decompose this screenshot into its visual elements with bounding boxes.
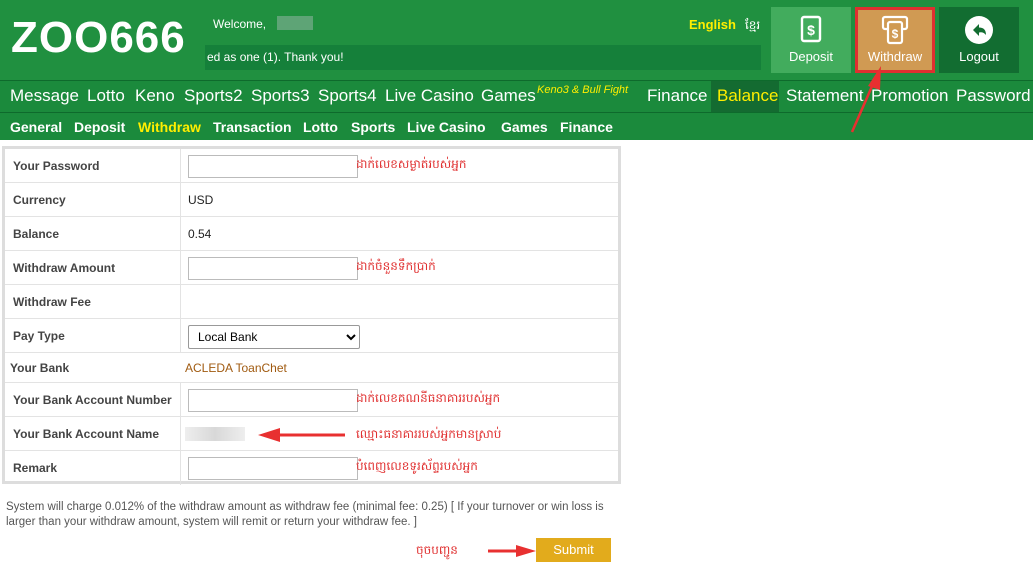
nav-finance[interactable]: Finance: [647, 86, 707, 106]
note-amount: ដាក់ចំនួនទឹកប្រាក់: [356, 259, 436, 273]
nav-sports3[interactable]: Sports3: [251, 86, 310, 106]
nav-keno[interactable]: Keno: [135, 86, 175, 106]
remark-label: Remark: [13, 461, 58, 475]
redacted-username: [277, 16, 313, 30]
account-number-input[interactable]: [188, 389, 358, 412]
nav-sports4[interactable]: Sports4: [318, 86, 377, 106]
svg-text:$: $: [892, 27, 899, 41]
row-withdraw-amount: Withdraw Amount: [5, 251, 618, 285]
logout-icon: [964, 15, 994, 48]
logout-button[interactable]: Logout: [939, 7, 1019, 73]
balance-value: 0.54: [188, 227, 212, 241]
nav-live-casino[interactable]: Live Casino: [385, 86, 474, 106]
header: ZOO666 Welcome, ed as one (1). Thank you…: [0, 0, 1033, 80]
withdraw-page: ZOO666 Welcome, ed as one (1). Thank you…: [0, 0, 1033, 585]
subnav-transaction[interactable]: Transaction: [213, 119, 292, 135]
deposit-button[interactable]: $ Deposit: [771, 7, 851, 73]
sub-nav: General Deposit Withdraw Transaction Lot…: [0, 112, 1033, 140]
password-input[interactable]: [188, 155, 358, 178]
row-balance: Balance 0.54: [5, 217, 618, 251]
row-pay-type: Pay Type Local Bank: [5, 319, 618, 353]
withdraw-label: Withdraw: [867, 49, 923, 64]
svg-text:$: $: [807, 22, 815, 38]
withdraw-fee-notice: System will charge 0.012% of the withdra…: [6, 501, 604, 528]
note-remark: បំពេញលេខទូរស័ព្ទរបស់អ្នក: [356, 459, 478, 473]
subnav-withdraw[interactable]: Withdraw: [138, 119, 201, 135]
arrow-to-submit-icon: [488, 545, 536, 557]
row-withdraw-fee: Withdraw Fee: [5, 285, 618, 319]
account-name-label: Your Bank Account Name: [13, 427, 160, 441]
row-account-number: Your Bank Account Number: [5, 383, 618, 417]
password-label: Your Password: [13, 159, 100, 173]
subnav-sports[interactable]: Sports: [351, 119, 395, 135]
language-english-link[interactable]: English: [689, 17, 736, 32]
nav-lotto[interactable]: Lotto: [87, 86, 125, 106]
announcement-marquee: ed as one (1). Thank you!: [205, 45, 761, 70]
balance-label: Balance: [13, 227, 60, 241]
pay-type-label: Pay Type: [13, 329, 65, 343]
row-currency: Currency USD: [5, 183, 618, 217]
account-number-label: Your Bank Account Number: [13, 393, 172, 407]
redacted-account-name: [185, 427, 245, 441]
language-khmer-link[interactable]: ខ្មែរ: [745, 17, 760, 35]
withdraw-amount-input[interactable]: [188, 257, 358, 280]
note-submit: ចុចបញ្ជូន: [416, 543, 458, 557]
subnav-games[interactable]: Games: [501, 119, 548, 135]
your-bank-label: Your Bank: [10, 361, 70, 375]
withdraw-fee-label: Withdraw Fee: [13, 295, 91, 309]
nav-password[interactable]: Password: [956, 86, 1031, 106]
note-password: ដាក់លេខសម្ងាត់របស់អ្នក: [356, 157, 467, 171]
subnav-live-casino[interactable]: Live Casino: [407, 119, 486, 135]
withdraw-amount-label: Withdraw Amount: [13, 261, 116, 275]
pay-type-select[interactable]: Local Bank: [188, 325, 360, 349]
row-your-bank: Your Bank ACLEDA ToanChet: [5, 353, 618, 383]
row-account-name: Your Bank Account Name: [5, 417, 618, 451]
subnav-lotto[interactable]: Lotto: [303, 119, 338, 135]
withdraw-icon: $: [881, 15, 909, 48]
row-remark: Remark: [5, 451, 618, 485]
nav-games[interactable]: Games: [481, 86, 536, 106]
note-account-number: ដាក់លេខគណនីធនាគាររបស់អ្នក: [356, 391, 501, 405]
submit-button[interactable]: Submit: [536, 538, 611, 562]
withdraw-form: Your Password Currency USD Balance 0.54 …: [2, 146, 621, 485]
subnav-general[interactable]: General: [10, 119, 62, 135]
withdraw-button[interactable]: $ Withdraw: [855, 7, 935, 73]
row-password: Your Password: [5, 149, 618, 183]
nav-sports2[interactable]: Sports2: [184, 86, 243, 106]
nav-statement[interactable]: Statement: [786, 86, 864, 106]
main-nav: Message Lotto Keno Sports2 Sports3 Sport…: [0, 80, 1033, 112]
logout-label: Logout: [959, 49, 999, 64]
nav-promotion[interactable]: Promotion: [871, 86, 948, 106]
note-account-name: ឈ្មោះធនាគាររបស់អ្នកមានស្រាប់: [356, 427, 502, 441]
currency-label: Currency: [13, 193, 66, 207]
subnav-finance[interactable]: Finance: [560, 119, 613, 135]
nav-balance[interactable]: Balance: [717, 86, 778, 106]
deposit-icon: $: [799, 15, 823, 46]
nav-message[interactable]: Message: [10, 86, 79, 106]
currency-value: USD: [188, 193, 214, 207]
deposit-label: Deposit: [788, 49, 834, 64]
your-bank-value: ACLEDA ToanChet: [185, 361, 287, 375]
welcome-text: Welcome,: [213, 17, 267, 31]
subnav-deposit[interactable]: Deposit: [74, 119, 125, 135]
remark-input[interactable]: [188, 457, 358, 480]
logo: ZOO666: [11, 13, 186, 62]
keno-bullfight-badge[interactable]: Keno3 & Bull Fight: [537, 84, 628, 96]
